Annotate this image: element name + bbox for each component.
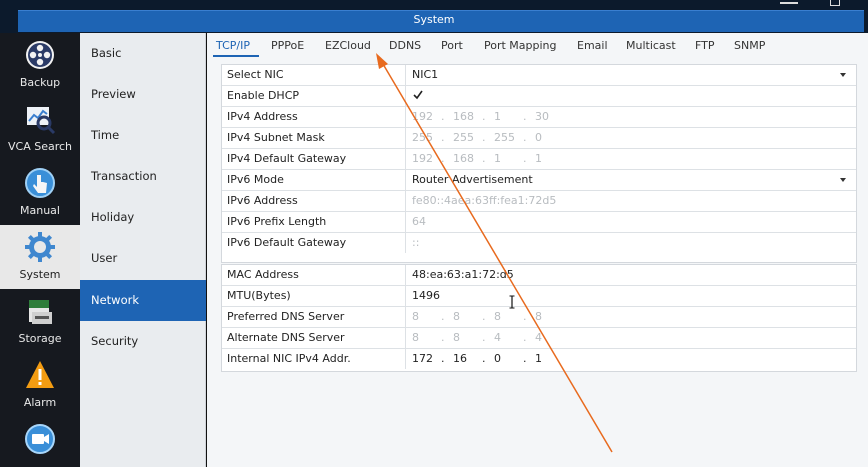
field-label: IPv6 Mode	[222, 170, 406, 190]
ipv6-mode-row: IPv6 Mode Router Advertisement	[222, 170, 856, 191]
nav-backup[interactable]: Backup	[0, 33, 80, 97]
ipv4-mask-row: IPv4 Subnet Mask 255. 255. 255. 0	[222, 128, 856, 149]
preferred-dns-row: Preferred DNS Server 8.8.8.8	[222, 307, 856, 328]
minimize-icon[interactable]	[780, 2, 798, 4]
nav-camera[interactable]	[0, 417, 80, 467]
ipv6-prefix-input[interactable]: 64	[412, 212, 426, 232]
enable-dhcp-row: Enable DHCP	[222, 86, 856, 107]
field-label: Select NIC	[222, 65, 406, 85]
system-submenu: Basic Preview Time Transaction Holiday U…	[80, 33, 206, 467]
submenu-transaction[interactable]: Transaction	[80, 156, 206, 197]
nav-label: Manual	[20, 204, 60, 217]
nav-system[interactable]: System	[0, 225, 80, 289]
nav-label: VCA Search	[7, 140, 73, 153]
tab-port-mapping[interactable]: Port Mapping	[484, 39, 557, 52]
internal-nic-input[interactable]: 172. 16. 0. 1	[412, 349, 564, 369]
storage-icon	[29, 300, 52, 324]
mac-address-row: MAC Address 48:ea:63:a1:72:d5	[222, 265, 856, 286]
alternate-dns-input[interactable]: 8.8.4.4	[412, 328, 564, 348]
nav-storage[interactable]: Storage	[0, 289, 80, 353]
tab-tcp-ip[interactable]: TCP/IP	[216, 39, 250, 52]
nav-manual[interactable]: Manual	[0, 161, 80, 225]
tab-port[interactable]: Port	[441, 39, 463, 52]
camera-icon	[25, 424, 55, 454]
field-label: Preferred DNS Server	[222, 307, 406, 327]
network-settings-panel: TCP/IP PPPoE EZCloud DDNS Port Port Mapp…	[207, 33, 868, 467]
submenu-network[interactable]: Network	[80, 280, 206, 321]
internal-nic-row: Internal NIC IPv4 Addr. 172. 16. 0. 1	[222, 349, 856, 370]
field-label: IPv4 Subnet Mask	[222, 128, 406, 148]
title-bar: System	[0, 0, 868, 33]
select-nic-dropdown[interactable]: NIC1	[412, 65, 438, 85]
hand-touch-icon	[25, 168, 55, 198]
network-tabs: TCP/IP PPPoE EZCloud DDNS Port Port Mapp…	[207, 33, 868, 58]
submenu-time[interactable]: Time	[80, 115, 206, 156]
submenu-basic[interactable]: Basic	[80, 33, 206, 74]
maximize-icon[interactable]	[830, 0, 840, 6]
mtu-input[interactable]: 1496	[412, 286, 440, 306]
mtu-row: MTU(Bytes) 1496	[222, 286, 856, 307]
field-label: IPv4 Default Gateway	[222, 149, 406, 169]
submenu-user[interactable]: User	[80, 238, 206, 279]
advanced-network-form: MAC Address 48:ea:63:a1:72:d5 MTU(Bytes)…	[221, 264, 857, 372]
submenu-holiday[interactable]: Holiday	[80, 197, 206, 238]
nav-label: System	[19, 268, 61, 281]
alarm-warning-icon	[26, 361, 54, 388]
ipv6-prefix-row: IPv6 Prefix Length 64	[222, 212, 856, 233]
main-nav-rail: Backup VCA Search Manual System Storage …	[0, 33, 80, 467]
select-nic-row: Select NIC NIC1	[222, 65, 856, 86]
tab-ddns[interactable]: DDNS	[389, 39, 421, 52]
field-label: MAC Address	[222, 265, 406, 285]
nav-alarm[interactable]: Alarm	[0, 353, 80, 417]
nav-label: Alarm	[23, 396, 57, 409]
ipv6-address-row: IPv6 Address fe80::4aea:63ff:fea1:72d5	[222, 191, 856, 212]
checkmark-icon[interactable]	[412, 89, 424, 101]
field-label: IPv4 Address	[222, 107, 406, 127]
ipv6-address-input[interactable]: fe80::4aea:63ff:fea1:72d5	[412, 191, 556, 211]
field-label: IPv6 Default Gateway	[222, 233, 406, 253]
chevron-down-icon[interactable]	[840, 73, 846, 77]
window-title: System	[413, 13, 455, 26]
ipv4-gateway-input[interactable]: 192. 168. 1. 1	[412, 149, 564, 169]
tab-multicast[interactable]: Multicast	[626, 39, 676, 52]
gear-icon	[25, 232, 55, 262]
field-label: MTU(Bytes)	[222, 286, 406, 306]
chart-search-icon	[27, 107, 56, 135]
nav-vca-search[interactable]: VCA Search	[0, 97, 80, 161]
field-label: Alternate DNS Server	[222, 328, 406, 348]
ipv4-address-row: IPv4 Address 192. 168. 1. 30	[222, 107, 856, 128]
alternate-dns-row: Alternate DNS Server 8.8.4.4	[222, 328, 856, 349]
field-label: IPv6 Address	[222, 191, 406, 211]
tab-ezcloud[interactable]: EZCloud	[325, 39, 371, 52]
tab-pppoe[interactable]: PPPoE	[271, 39, 304, 52]
field-label: Enable DHCP	[222, 86, 406, 106]
submenu-security[interactable]: Security	[80, 321, 206, 362]
chevron-down-icon[interactable]	[840, 178, 846, 182]
ipv6-mode-dropdown[interactable]: Router Advertisement	[412, 170, 533, 190]
submenu-preview[interactable]: Preview	[80, 74, 206, 115]
text-cursor-icon	[509, 295, 515, 309]
nav-label: Backup	[19, 76, 61, 89]
mac-address-value: 48:ea:63:a1:72:d5	[412, 268, 514, 281]
tab-ftp[interactable]: FTP	[695, 39, 715, 52]
preferred-dns-input[interactable]: 8.8.8.8	[412, 307, 564, 327]
ipv6-gateway-input[interactable]: ::	[412, 233, 419, 253]
active-tab-indicator	[213, 55, 259, 57]
ipv4-address-input[interactable]: 192. 168. 1. 30	[412, 107, 564, 127]
nic-settings-form: Select NIC NIC1 Enable DHCP IPv4 Address…	[221, 64, 857, 263]
field-label: IPv6 Prefix Length	[222, 212, 406, 232]
tab-email[interactable]: Email	[577, 39, 608, 52]
film-reel-icon	[26, 41, 54, 69]
ipv4-gateway-row: IPv4 Default Gateway 192. 168. 1. 1	[222, 149, 856, 170]
ipv6-gateway-row: IPv6 Default Gateway ::	[222, 233, 856, 254]
tab-snmp[interactable]: SNMP	[734, 39, 765, 52]
nav-label: Storage	[18, 332, 62, 345]
field-label: Internal NIC IPv4 Addr.	[222, 349, 406, 369]
ipv4-mask-input[interactable]: 255. 255. 255. 0	[412, 128, 564, 148]
